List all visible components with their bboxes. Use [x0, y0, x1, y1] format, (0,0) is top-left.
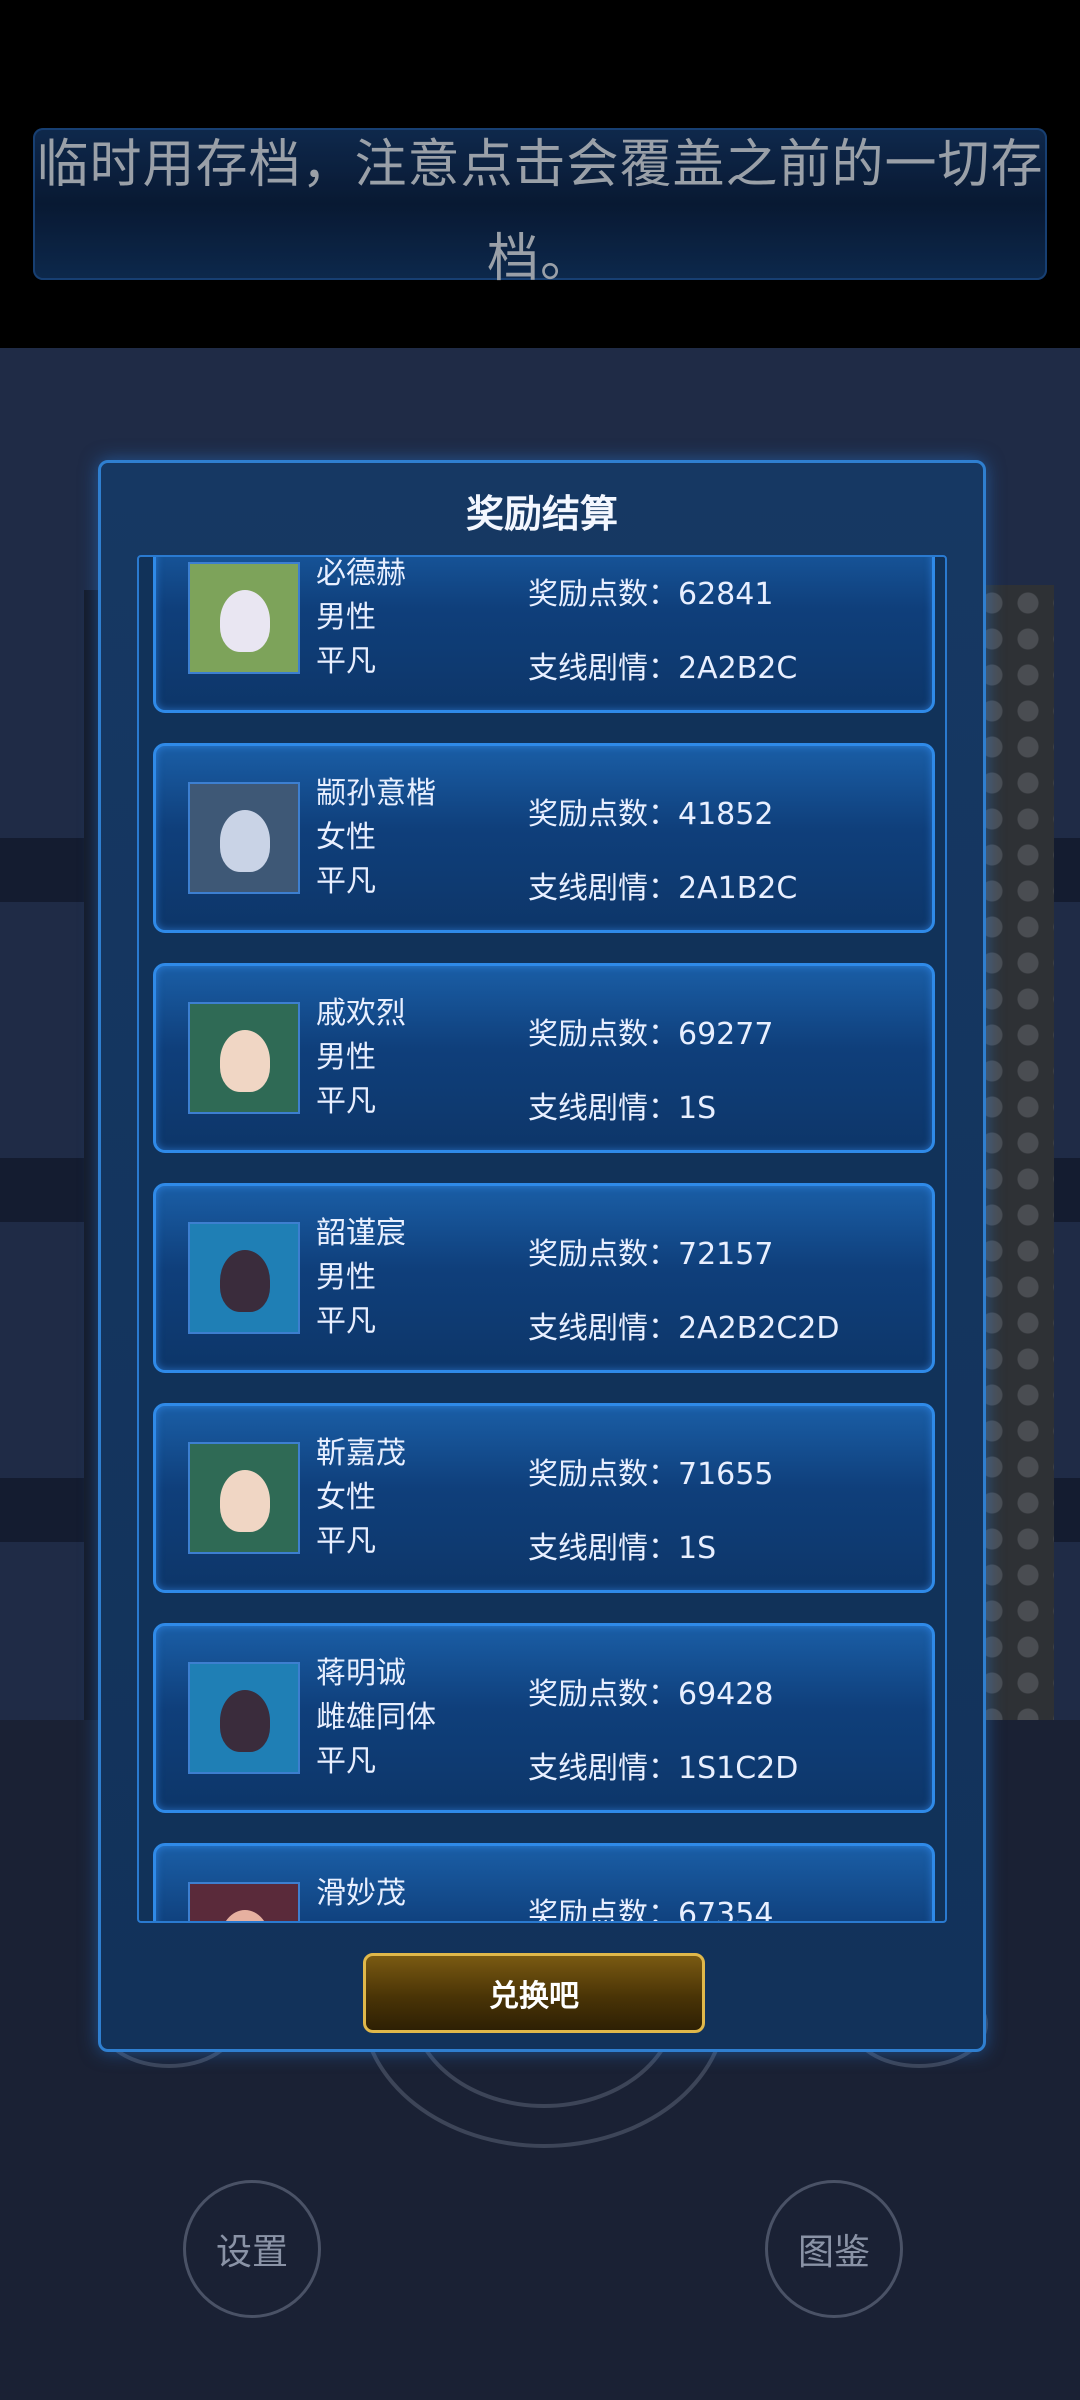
character-stats: 奖励点数：67354 支线剧情：	[528, 1878, 774, 1923]
character-figure-icon	[220, 590, 270, 652]
reward-list[interactable]: 必德赫 男性 平凡 奖励点数：62841 支线剧情：2A2B2C 颛孙意楷 女性…	[137, 555, 947, 1923]
points-value: 71655	[678, 1457, 774, 1492]
branch-value: 1S	[678, 1091, 717, 1126]
points-label: 奖励点数：	[528, 797, 678, 832]
points-label: 奖励点数：	[528, 1677, 678, 1712]
character-portrait	[188, 562, 300, 674]
character-gender: 男性	[316, 1040, 376, 1075]
character-stats: 奖励点数：41852 支线剧情：2A1B2C	[528, 778, 797, 926]
character-figure-icon	[220, 1470, 270, 1532]
character-name: 戚欢烈	[316, 996, 406, 1031]
character-rank: 平凡	[316, 1524, 376, 1559]
character-card[interactable]: 戚欢烈 男性 平凡 奖励点数：69277 支线剧情：1S	[153, 963, 935, 1153]
notice-line-1: 临时用存档，注意点击会覆盖之前的一切存	[36, 135, 1044, 195]
character-gender: 雌雄同体	[316, 1700, 436, 1735]
codex-button[interactable]: 图鉴	[765, 2180, 903, 2318]
character-rank: 平凡	[316, 1304, 376, 1339]
notice-line-2: 档。	[486, 229, 593, 289]
scene-tower	[974, 585, 1054, 1720]
character-name: 颛孙意楷	[316, 776, 436, 811]
character-figure-icon	[220, 1030, 270, 1092]
character-rank: 平凡	[316, 1084, 376, 1119]
points-label: 奖励点数：	[528, 1237, 678, 1272]
scene-strip	[0, 1478, 90, 1542]
branch-value: 2A1B2C	[678, 871, 798, 906]
character-gender: 男性	[316, 600, 376, 635]
character-stats: 奖励点数：69277 支线剧情：1S	[528, 998, 773, 1146]
notice-text: 临时用存档，注意点击会覆盖之前的一切存 档。	[0, 118, 1080, 306]
character-figure-icon	[220, 1250, 270, 1312]
points-value: 67354	[678, 1897, 774, 1923]
character-portrait	[188, 1662, 300, 1774]
branch-label: 支线剧情：	[528, 1311, 678, 1346]
branch-label: 支线剧情：	[528, 1751, 678, 1786]
character-portrait	[188, 1882, 300, 1921]
character-stats: 奖励点数：69428 支线剧情：1S1C2D	[528, 1658, 798, 1806]
character-portrait	[188, 1002, 300, 1114]
points-label: 奖励点数：	[528, 1897, 678, 1923]
character-info: 蒋明诚 雌雄同体 平凡	[316, 1652, 436, 1784]
branch-value: 1S1C2D	[678, 1751, 799, 1786]
branch-label: 支线剧情：	[528, 651, 678, 686]
character-gender: 女性	[316, 820, 376, 855]
character-gender: 女性	[316, 1916, 406, 1921]
points-value: 69277	[678, 1017, 774, 1052]
character-stats: 奖励点数：71655 支线剧情：1S	[528, 1438, 773, 1586]
character-figure-icon	[220, 1910, 270, 1921]
character-stats: 奖励点数：62841 支线剧情：2A2B2C	[528, 558, 797, 706]
character-rank: 平凡	[316, 1744, 376, 1779]
character-info: 靳嘉茂 女性 平凡	[316, 1432, 406, 1564]
character-info: 必德赫 男性 平凡	[316, 556, 406, 684]
character-card[interactable]: 滑妙茂 女性 平凡 奖励点数：67354 支线剧情：	[153, 1843, 935, 1923]
character-name: 韶谨宸	[316, 1216, 406, 1251]
character-gender: 男性	[316, 1260, 376, 1295]
character-card[interactable]: 颛孙意楷 女性 平凡 奖励点数：41852 支线剧情：2A1B2C	[153, 743, 935, 933]
character-name: 滑妙茂	[316, 1876, 406, 1911]
character-info: 滑妙茂 女性 平凡	[316, 1872, 406, 1921]
character-stats: 奖励点数：72157 支线剧情：2A2B2C2D	[528, 1218, 840, 1366]
character-portrait	[188, 1222, 300, 1334]
character-card[interactable]: 必德赫 男性 平凡 奖励点数：62841 支线剧情：2A2B2C	[153, 556, 935, 713]
character-card[interactable]: 韶谨宸 男性 平凡 奖励点数：72157 支线剧情：2A2B2C2D	[153, 1183, 935, 1373]
branch-value: 2A2B2C	[678, 651, 798, 686]
points-label: 奖励点数：	[528, 1017, 678, 1052]
dialog-title: 奖励结算	[465, 492, 618, 536]
character-figure-icon	[220, 1690, 270, 1752]
points-label: 奖励点数：	[528, 1457, 678, 1492]
character-rank: 平凡	[316, 864, 376, 899]
character-rank: 平凡	[316, 644, 376, 679]
character-info: 颛孙意楷 女性 平凡	[316, 772, 436, 904]
character-info: 戚欢烈 男性 平凡	[316, 992, 406, 1124]
character-name: 必德赫	[316, 556, 406, 591]
character-portrait	[188, 1442, 300, 1554]
branch-label: 支线剧情：	[528, 871, 678, 906]
scene-strip	[0, 1158, 90, 1222]
branch-value: 2A2B2C2D	[678, 1311, 840, 1346]
settings-button[interactable]: 设置	[183, 2180, 321, 2318]
points-value: 62841	[678, 577, 774, 612]
character-info: 韶谨宸 男性 平凡	[316, 1212, 406, 1344]
character-name: 蒋明诚	[316, 1656, 406, 1691]
reward-settlement-dialog: 奖励结算 必德赫 男性 平凡 奖励点数：62841 支线剧情：2A2B2C 颛孙…	[98, 460, 986, 2052]
branch-label: 支线剧情：	[528, 1531, 678, 1566]
points-value: 41852	[678, 797, 774, 832]
character-gender: 女性	[316, 1480, 376, 1515]
character-figure-icon	[220, 810, 270, 872]
scene-strip	[0, 838, 90, 902]
character-name: 靳嘉茂	[316, 1436, 406, 1471]
points-label: 奖励点数：	[528, 577, 678, 612]
top-overlay: 临时用存档，注意点击会覆盖之前的一切存 档。	[0, 0, 1080, 348]
character-card[interactable]: 蒋明诚 雌雄同体 平凡 奖励点数：69428 支线剧情：1S1C2D	[153, 1623, 935, 1813]
exchange-button[interactable]: 兑换吧	[363, 1953, 705, 2033]
character-card[interactable]: 靳嘉茂 女性 平凡 奖励点数：71655 支线剧情：1S	[153, 1403, 935, 1593]
points-value: 72157	[678, 1237, 774, 1272]
branch-label: 支线剧情：	[528, 1091, 678, 1126]
character-portrait	[188, 782, 300, 894]
branch-value: 1S	[678, 1531, 717, 1566]
points-value: 69428	[678, 1677, 774, 1712]
